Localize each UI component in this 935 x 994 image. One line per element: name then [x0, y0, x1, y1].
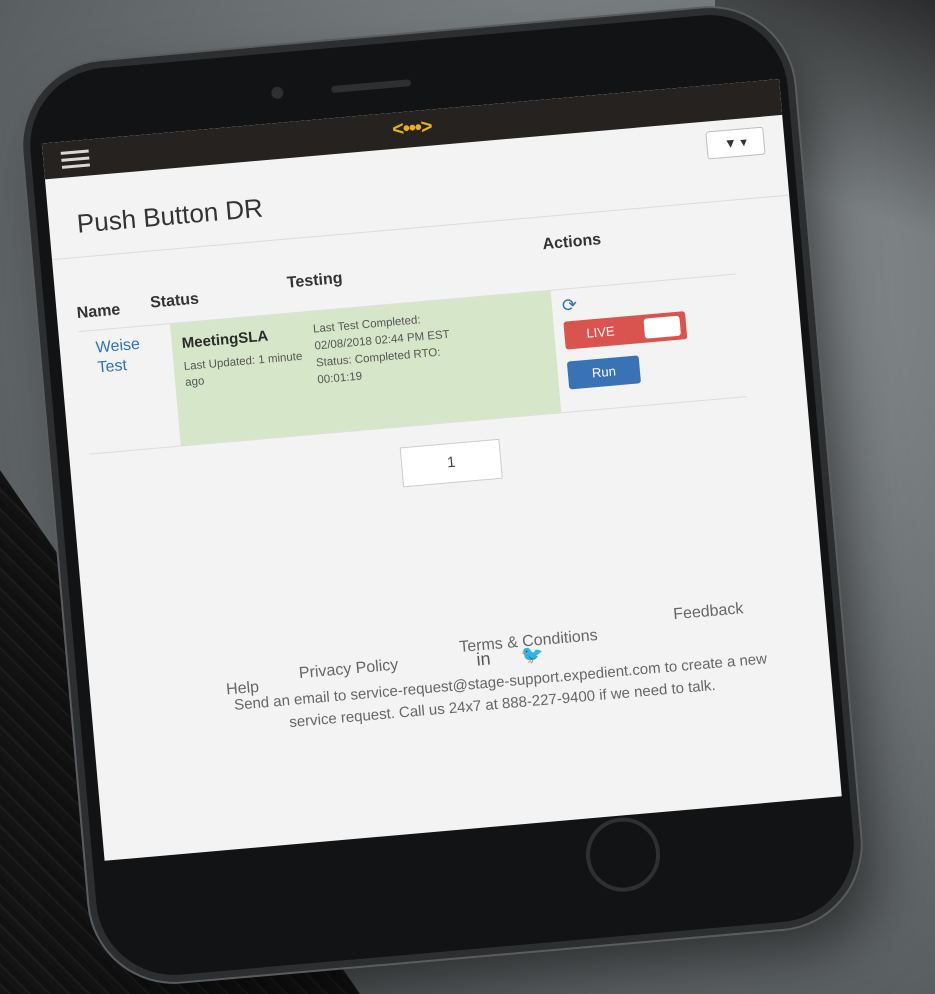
- column-header-actions: Actions: [541, 231, 602, 254]
- footer-link-feedback[interactable]: Feedback: [673, 600, 745, 624]
- footer-links: Help Privacy Policy Terms & Conditions F…: [222, 589, 780, 698]
- status-cell: MeetingSLA Last Updated: 1 minute ago La…: [170, 290, 562, 446]
- twitter-icon[interactable]: 🐦: [520, 644, 544, 666]
- live-label: LIVE: [585, 323, 616, 341]
- column-header-name: Name: [76, 301, 121, 323]
- brand-logo: <•••>: [391, 115, 433, 141]
- pagination-page[interactable]: 1: [399, 438, 503, 488]
- toggle-knob: [643, 315, 682, 339]
- run-button[interactable]: Run: [566, 355, 642, 390]
- linkedin-icon[interactable]: in: [476, 648, 492, 669]
- camera: [270, 86, 284, 100]
- hamburger-icon[interactable]: [60, 149, 91, 172]
- page-title: Push Button DR: [75, 192, 265, 239]
- footer-link-privacy[interactable]: Privacy Policy: [298, 656, 399, 683]
- speaker: [330, 79, 412, 94]
- column-header-testing: Testing: [286, 269, 344, 292]
- home-button[interactable]: [582, 814, 664, 895]
- filter-button[interactable]: ▼ ▾: [705, 126, 766, 160]
- testing-info: Last Test Completed: 02/08/2018 02:44 PM…: [312, 302, 537, 389]
- status-name: MeetingSLA: [181, 327, 269, 353]
- status-last-updated: Last Updated: 1 minute ago: [183, 350, 303, 389]
- refresh-icon[interactable]: ⟳: [561, 295, 578, 317]
- live-toggle[interactable]: LIVE: [563, 311, 688, 350]
- row-name-link[interactable]: Weise Test: [95, 333, 158, 378]
- phone: <•••> Push Button DR ▼ ▾ Name Status Tes…: [23, 8, 861, 982]
- column-header-status: Status: [149, 290, 200, 312]
- phone-screen: <•••> Push Button DR ▼ ▾ Name Status Tes…: [41, 79, 842, 861]
